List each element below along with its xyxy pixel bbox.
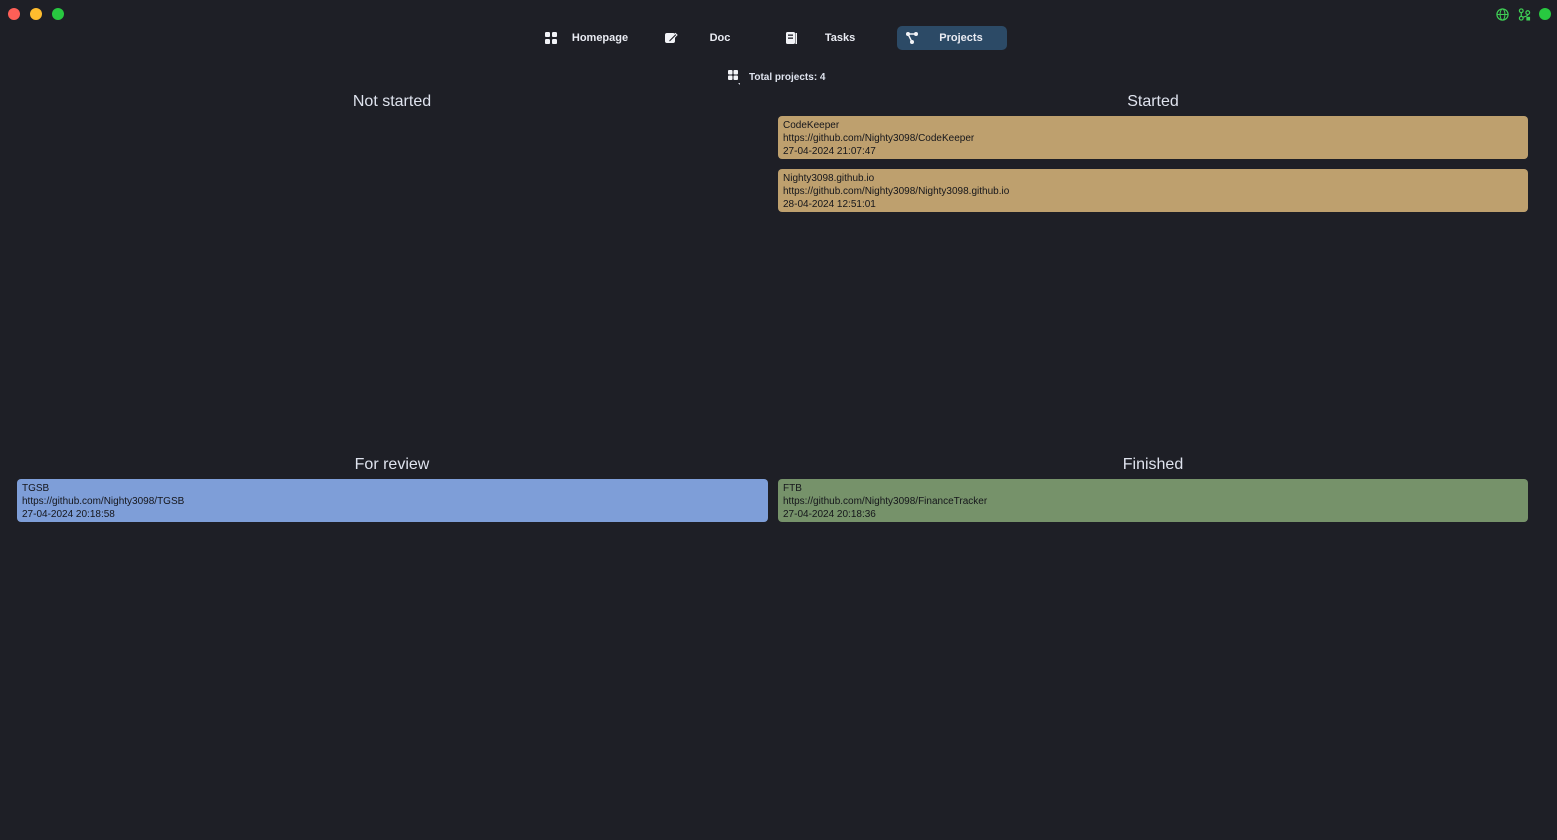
project-url: https://github.com/Nighty3098/TGSB xyxy=(22,496,185,507)
tab-projects-label: Projects xyxy=(939,32,983,44)
project-card[interactable]: TGSB https://github.com/Nighty3098/TGSB … xyxy=(17,479,768,522)
branch-icon[interactable] xyxy=(1517,7,1531,21)
column-title-finished: Finished xyxy=(1122,456,1184,473)
project-card[interactable]: FTB https://github.com/Nighty3098/Financ… xyxy=(778,479,1528,522)
globe-icon[interactable] xyxy=(1495,7,1509,21)
project-url: https://github.com/Nighty3098/Nighty3098… xyxy=(783,186,1010,197)
project-date: 28-04-2024 12:51:01 xyxy=(783,199,876,210)
top-nav: Homepage Doc Tasks Projects xyxy=(0,26,1557,50)
project-url: https://github.com/Nighty3098/CodeKeeper xyxy=(783,133,975,144)
project-date: 27-04-2024 20:18:36 xyxy=(783,509,876,520)
minimize-window-button[interactable] xyxy=(30,8,42,20)
project-card[interactable]: CodeKeeper https://github.com/Nighty3098… xyxy=(778,116,1528,159)
project-card[interactable]: Nighty3098.github.io https://github.com/… xyxy=(778,169,1528,212)
tab-tasks[interactable]: Tasks xyxy=(776,26,886,50)
grid-dropdown-icon xyxy=(728,70,742,85)
close-window-button[interactable] xyxy=(8,8,20,20)
column-title-for-review: For review xyxy=(354,456,430,473)
tab-homepage[interactable]: Homepage xyxy=(536,26,646,50)
project-name: CodeKeeper xyxy=(783,120,840,131)
project-name: Nighty3098.github.io xyxy=(783,173,875,184)
tab-tasks-label: Tasks xyxy=(824,32,856,44)
project-summary[interactable]: Total projects: 4 xyxy=(728,70,826,85)
tab-homepage-label: Homepage xyxy=(571,32,629,44)
tab-projects[interactable]: Projects xyxy=(897,26,1007,50)
column-title-not-started: Not started xyxy=(352,93,432,110)
zoom-window-button[interactable] xyxy=(52,8,64,20)
project-date: 27-04-2024 20:18:58 xyxy=(22,509,115,520)
project-date: 27-04-2024 21:07:47 xyxy=(783,146,876,157)
tab-doc[interactable]: Doc xyxy=(656,26,766,50)
project-url: https://github.com/Nighty3098/FinanceTra… xyxy=(783,496,988,507)
title-bar xyxy=(0,0,1557,28)
project-name: FTB xyxy=(783,483,802,494)
tab-doc-label: Doc xyxy=(709,32,731,44)
project-name: TGSB xyxy=(22,483,50,494)
total-projects-label: Total projects: 4 xyxy=(749,71,826,83)
column-title-started: Started xyxy=(1127,93,1179,110)
status-dot xyxy=(1539,8,1551,20)
